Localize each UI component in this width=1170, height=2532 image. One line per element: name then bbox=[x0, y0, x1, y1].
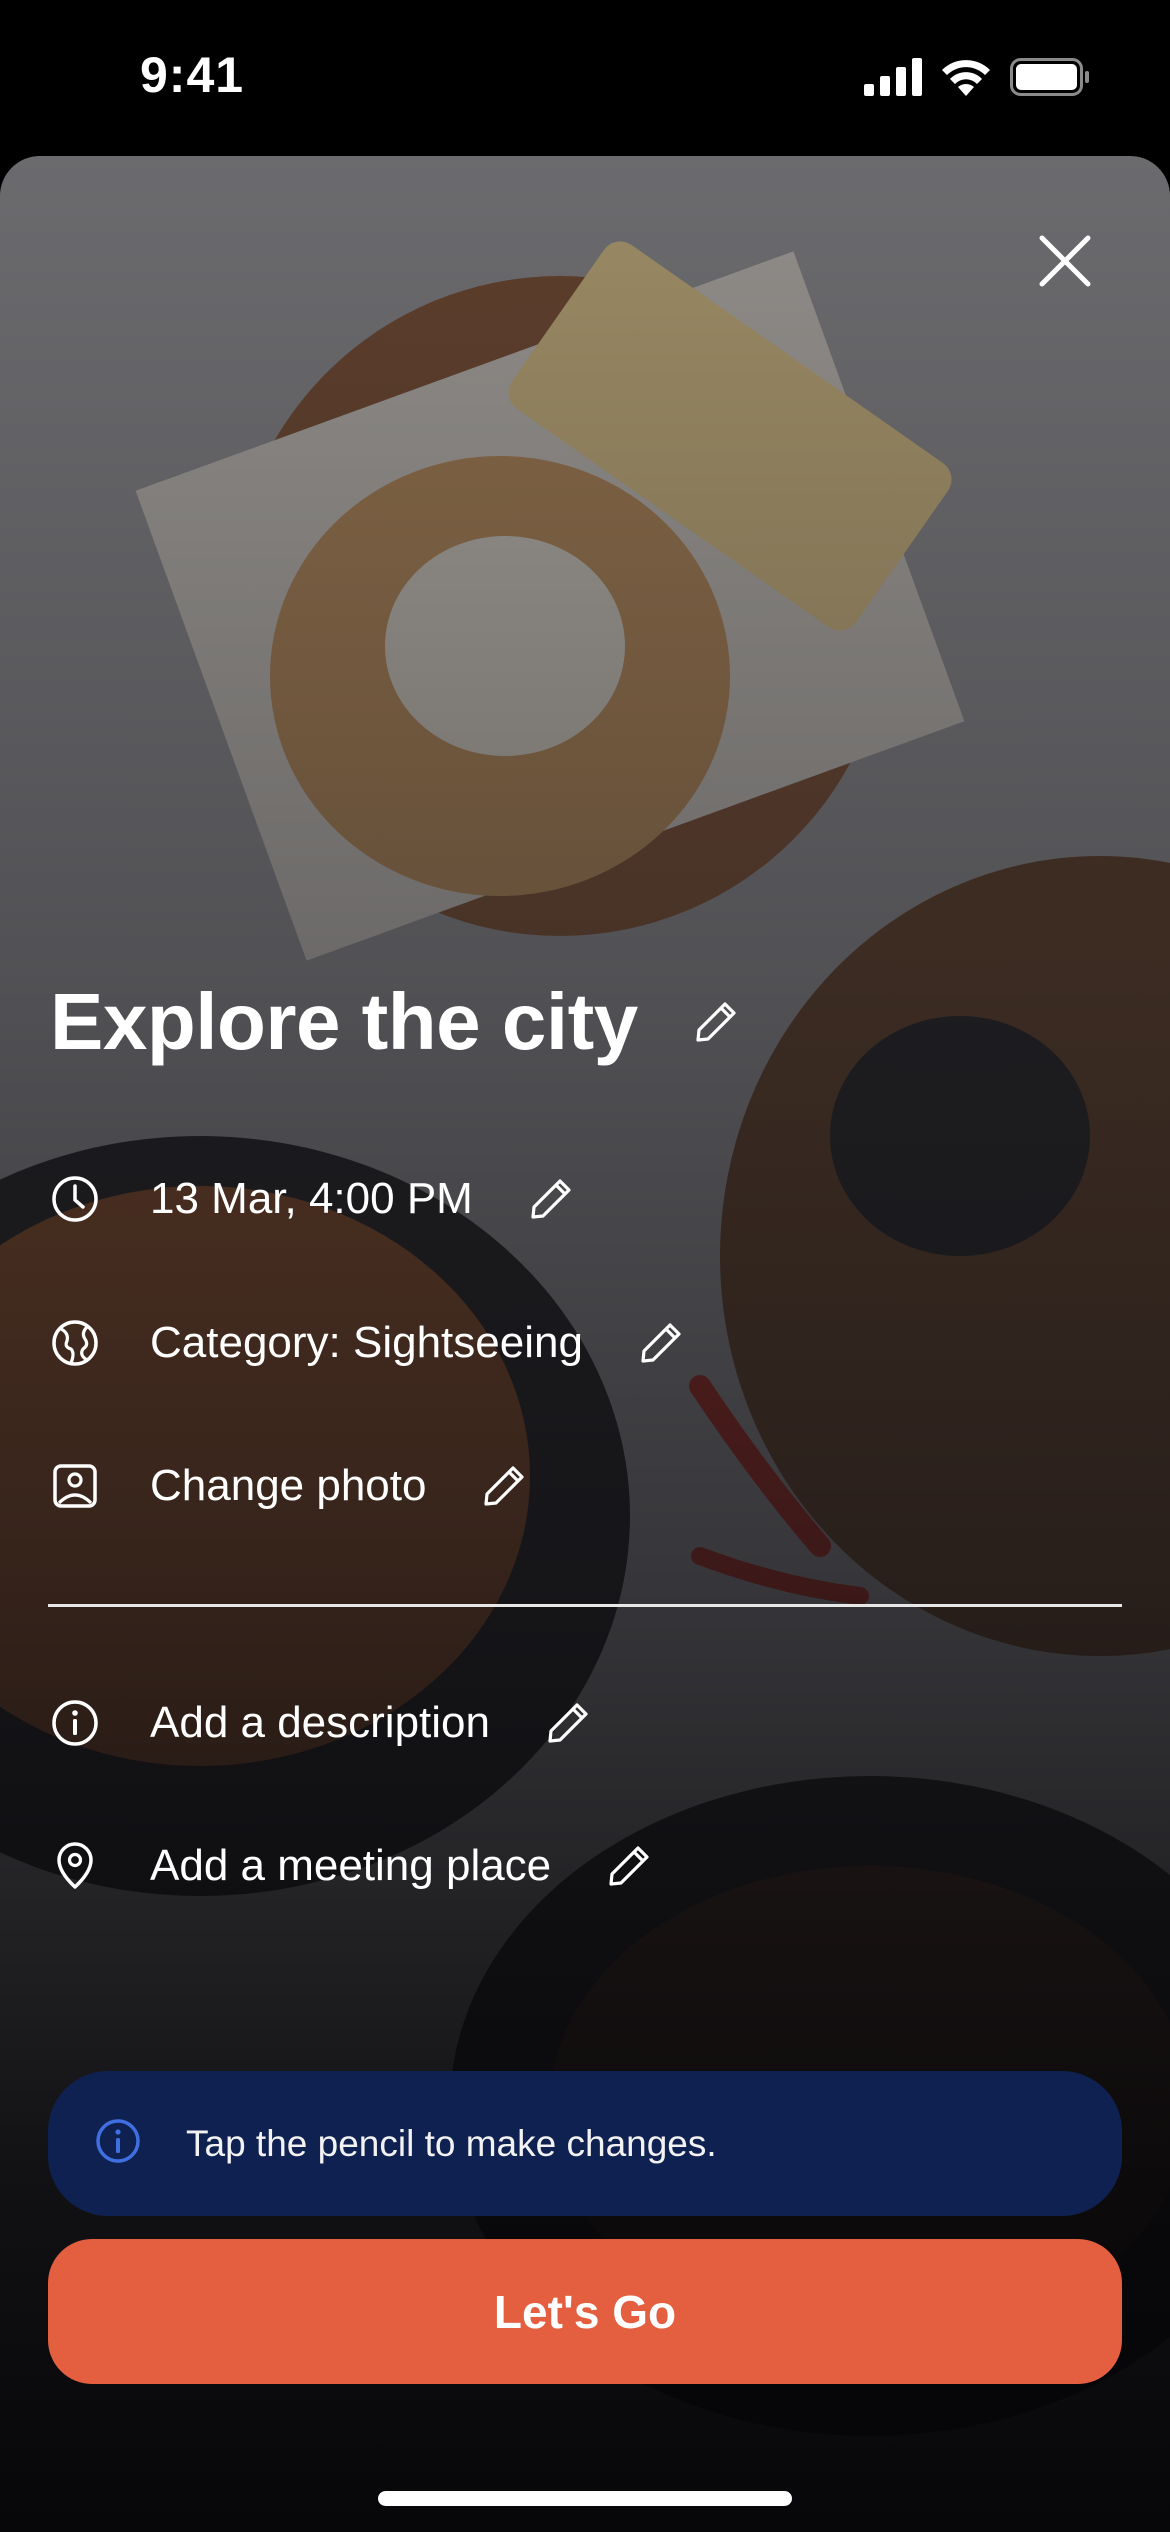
title-row: Explore the city bbox=[50, 976, 738, 1068]
pencil-icon bbox=[641, 1323, 681, 1363]
row-photo: Change photo bbox=[50, 1446, 526, 1526]
row-meeting-place: Add a meeting place bbox=[50, 1826, 651, 1906]
status-icons bbox=[864, 58, 1090, 101]
edit-category-button[interactable] bbox=[639, 1321, 683, 1365]
edit-description-button[interactable] bbox=[546, 1701, 590, 1745]
add-description-label: Add a description bbox=[150, 1698, 490, 1747]
row-date-time: 13 Mar, 4:00 PM bbox=[50, 1159, 573, 1239]
close-icon bbox=[1039, 235, 1091, 287]
info-icon bbox=[94, 2117, 142, 2170]
pencil-icon bbox=[696, 1002, 736, 1042]
event-title: Explore the city bbox=[50, 977, 638, 1066]
home-indicator[interactable] bbox=[378, 2491, 792, 2506]
pencil-icon bbox=[609, 1846, 649, 1886]
edit-title-button[interactable] bbox=[694, 1000, 738, 1044]
edit-date-button[interactable] bbox=[529, 1177, 573, 1221]
lets-go-button[interactable]: Let's Go bbox=[48, 2239, 1122, 2384]
edit-photo-button[interactable] bbox=[482, 1464, 526, 1508]
pencil-icon bbox=[484, 1466, 525, 1506]
event-sheet: Explore the city 13 Mar, 4:00 PM Categor… bbox=[0, 156, 1170, 2532]
status-bar: 9:41 bbox=[0, 0, 1170, 156]
category-label: Category: Sightseeing bbox=[150, 1318, 583, 1367]
location-pin-icon bbox=[50, 1841, 100, 1891]
info-banner: Tap the pencil to make changes. bbox=[48, 2071, 1122, 2216]
row-category: Category: Sightseeing bbox=[50, 1303, 683, 1383]
pencil-icon bbox=[548, 1703, 588, 1743]
section-divider bbox=[48, 1604, 1122, 1607]
globe-icon bbox=[50, 1318, 100, 1368]
pencil-icon bbox=[531, 1179, 571, 1219]
close-button[interactable] bbox=[1030, 226, 1100, 296]
wifi-icon bbox=[940, 58, 992, 101]
change-photo-label: Change photo bbox=[150, 1461, 427, 1510]
clock-icon bbox=[50, 1174, 100, 1224]
info-banner-text: Tap the pencil to make changes. bbox=[186, 2122, 717, 2164]
status-time: 9:41 bbox=[140, 47, 245, 103]
edit-meeting-place-button[interactable] bbox=[607, 1844, 651, 1888]
cellular-signal-icon bbox=[864, 58, 922, 101]
battery-icon bbox=[1010, 58, 1090, 101]
date-time-label: 13 Mar, 4:00 PM bbox=[150, 1174, 473, 1223]
row-description: Add a description bbox=[50, 1683, 590, 1763]
info-icon bbox=[50, 1698, 100, 1748]
add-meeting-place-label: Add a meeting place bbox=[150, 1841, 552, 1890]
image-icon bbox=[50, 1461, 100, 1511]
